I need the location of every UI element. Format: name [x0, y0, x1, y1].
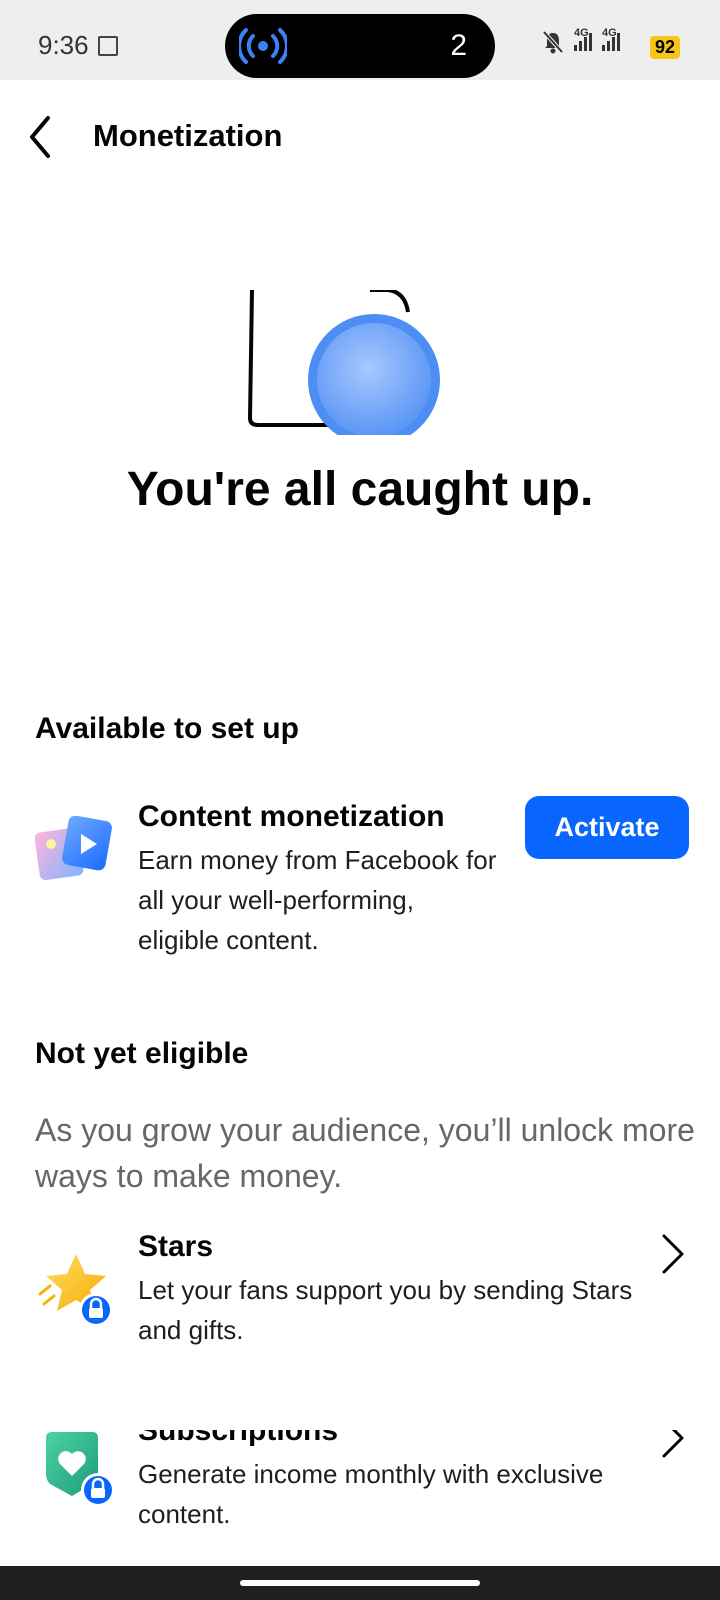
- home-indicator[interactable]: [240, 1580, 480, 1586]
- content-monetization-item: Content monetization Earn money from Fac…: [0, 796, 720, 960]
- app-header: Monetization: [0, 96, 720, 180]
- content-monetization-desc: Earn money from Facebook for all your we…: [138, 845, 497, 955]
- activate-button[interactable]: Activate: [525, 796, 689, 859]
- chevron-right-icon: [662, 1234, 684, 1274]
- status-indicators: 4G 4G: [542, 27, 620, 54]
- stars-desc: Let your fans support you by sending Sta…: [138, 1275, 633, 1345]
- available-section-title: Available to set up: [35, 712, 299, 745]
- page-title: Monetization: [93, 118, 283, 153]
- back-arrow-icon[interactable]: [22, 112, 62, 162]
- caught-up-title: You're all caught up.: [126, 463, 594, 516]
- live-count: 2: [450, 29, 467, 62]
- signal-1: 4G: [574, 27, 592, 51]
- battery-level: 92: [649, 36, 680, 59]
- network-type-label: 4G: [574, 27, 589, 39]
- subscriptions-icon: [46, 1432, 115, 1507]
- chevron-right-icon: [662, 1430, 684, 1458]
- status-bar: 9:36 2 4G 4G 92: [0, 0, 720, 80]
- subscriptions-item[interactable]: Subscriptions Generate income monthly wi…: [0, 1430, 720, 1560]
- status-time: 9:36: [38, 30, 89, 60]
- stars-title: Stars: [138, 1230, 214, 1263]
- subscriptions-desc: Generate income monthly with exclusive c…: [138, 1459, 604, 1529]
- stars-item[interactable]: Stars Let your fans support you by sendi…: [0, 1230, 720, 1384]
- content-monetization-title: Content monetization: [138, 800, 445, 833]
- network-type-label: 4G: [602, 27, 617, 39]
- screen-record-icon: [98, 36, 118, 56]
- caught-up-illustration: [240, 290, 450, 435]
- system-nav-bar: [0, 1566, 720, 1600]
- subscriptions-title: Subscriptions: [138, 1430, 339, 1447]
- magnifier-illustration-icon: [247, 290, 440, 435]
- live-activity-pill[interactable]: 2: [225, 14, 495, 78]
- not-eligible-section-title: Not yet eligible: [35, 1037, 249, 1070]
- signal-2: 4G: [602, 27, 620, 51]
- broadcast-icon: [239, 28, 287, 64]
- stars-icon: [38, 1254, 113, 1327]
- content-monetization-icon: [35, 816, 112, 881]
- bell-muted-icon: [542, 30, 564, 54]
- not-eligible-description: As you grow your audience, you’ll unlock…: [35, 1112, 695, 1194]
